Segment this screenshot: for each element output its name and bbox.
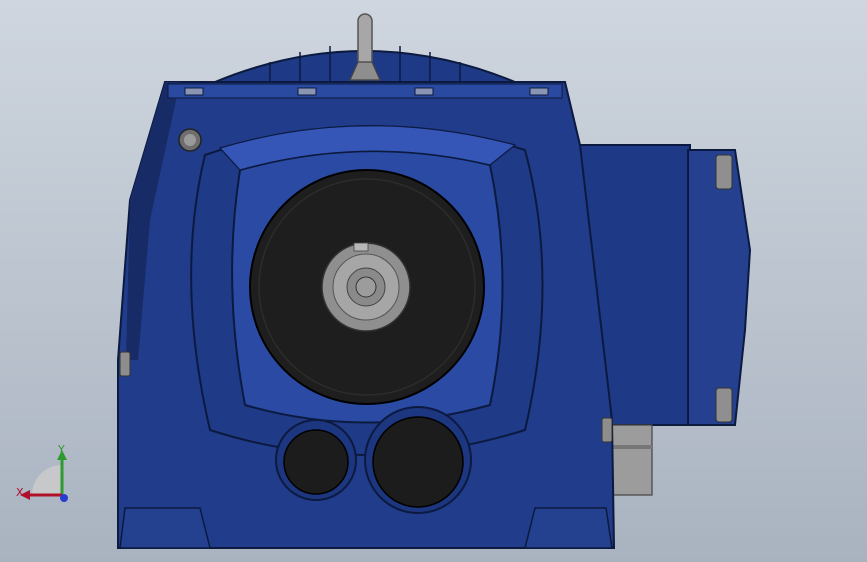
plug-connector [611, 424, 653, 496]
side-pin-right [601, 417, 613, 443]
orientation-triad [20, 450, 68, 502]
x-axis-label: X [16, 486, 24, 499]
bolt-bottom-right [715, 387, 733, 423]
vent-plug-inner [184, 134, 196, 146]
y-axis-label: Y [58, 443, 65, 456]
motor-flange [687, 149, 752, 426]
z-axis [60, 494, 68, 502]
plug-ring [612, 445, 652, 449]
bolt-top-right [715, 154, 733, 190]
foot-right [524, 507, 613, 549]
shaft-bore [355, 276, 377, 298]
port-left [283, 429, 349, 495]
foot-left [119, 507, 211, 549]
port-right [372, 416, 464, 508]
side-pin-left [119, 351, 131, 377]
gear-motor-model[interactable] [0, 0, 867, 562]
cad-viewport[interactable]: X Y [0, 0, 867, 562]
triad-plane [32, 465, 62, 495]
shaft-key [353, 242, 369, 252]
top-rim [167, 83, 563, 99]
